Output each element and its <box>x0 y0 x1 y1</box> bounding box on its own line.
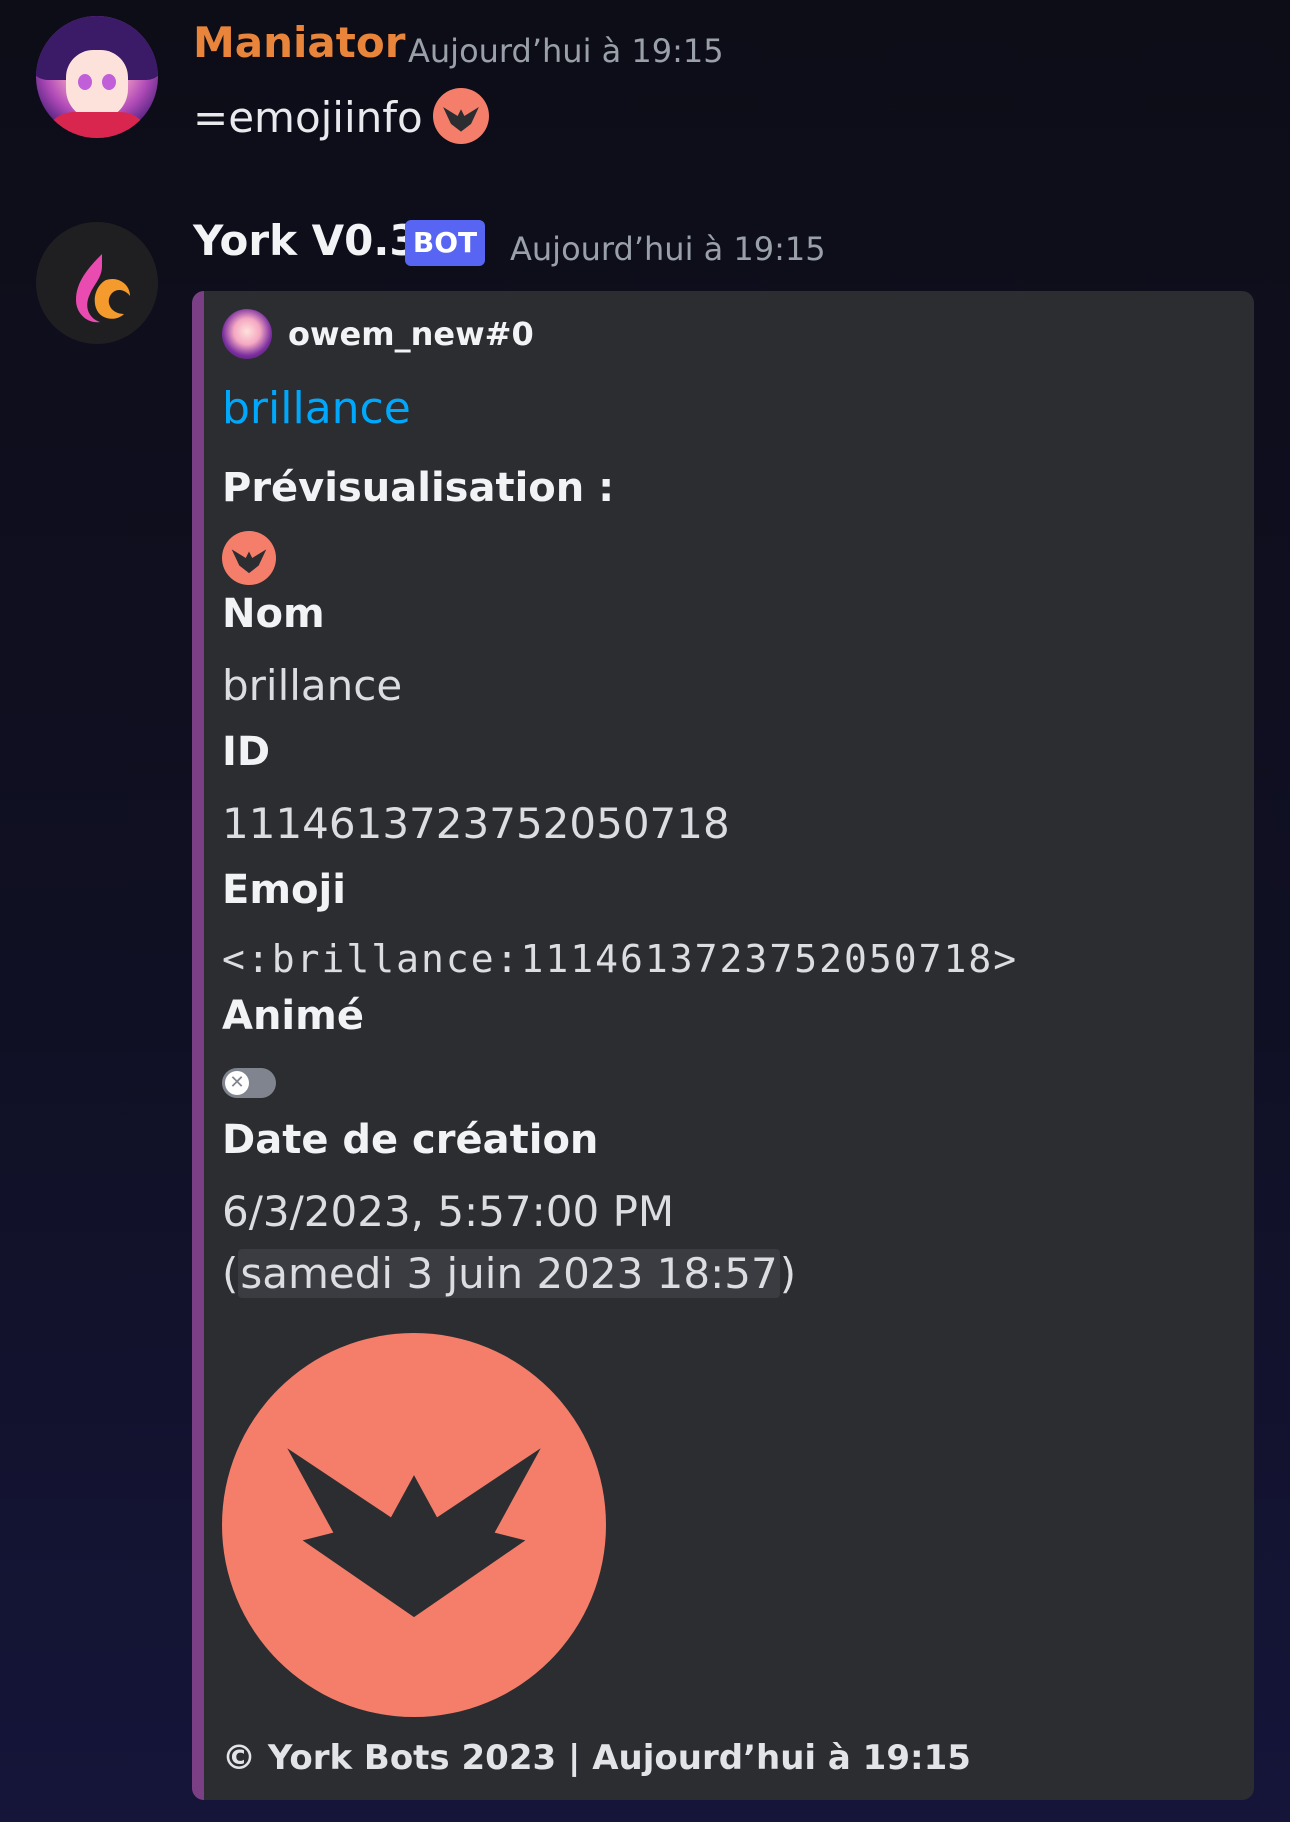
brillance-emoji-icon[interactable] <box>432 88 489 144</box>
field-date-value: 6/3/2023, 5:57:00 PM <box>222 1187 675 1236</box>
command-text: =emojiinfo <box>193 93 423 142</box>
york-flame-icon <box>76 254 130 323</box>
username-york[interactable]: York V0.3 <box>193 216 419 265</box>
field-name-value: brillance <box>222 661 403 710</box>
user-avatar[interactable] <box>36 16 158 138</box>
message-content: =emojiinfo <box>193 88 489 144</box>
emoji-info-embed: owem_new#0 brillance Prévisualisation : … <box>192 291 1254 1800</box>
field-id-value: 1114613723752050718 <box>222 799 730 848</box>
username-maniator[interactable]: Maniator <box>193 18 405 67</box>
close-icon: ✕ <box>225 1071 249 1095</box>
message-timestamp: Aujourd’hui à 19:15 <box>510 230 826 268</box>
field-date-label: Date de création <box>222 1117 599 1163</box>
date-paren-open: ( <box>222 1249 239 1298</box>
date-local-timestamp[interactable]: samedi 3 juin 2023 18:57 <box>238 1249 780 1298</box>
field-emoji-label: Emoji <box>222 867 346 913</box>
bot-badge: BOT <box>405 220 485 266</box>
animated-toggle-off: ✕ <box>222 1068 276 1098</box>
field-date-local: (samedi 3 juin 2023 18:57) <box>222 1249 796 1298</box>
brillance-preview-icon <box>222 531 276 585</box>
embed-footer: © York Bots 2023 | Aujourd’hui à 19:15 <box>222 1738 971 1778</box>
embed-title-link[interactable]: brillance <box>222 383 411 434</box>
field-name-label: Nom <box>222 591 325 637</box>
bot-avatar[interactable] <box>36 222 158 344</box>
embed-author-avatar[interactable] <box>222 309 272 359</box>
message-timestamp: Aujourd’hui à 19:15 <box>408 32 724 70</box>
field-animated-label: Animé <box>222 993 364 1039</box>
field-preview-label: Prévisualisation : <box>222 465 615 511</box>
embed-accent-bar <box>192 291 204 1800</box>
field-id-label: ID <box>222 729 271 775</box>
date-paren-close: ) <box>779 1249 797 1298</box>
embed-author-name[interactable]: owem_new#0 <box>288 315 534 353</box>
brillance-large-image[interactable] <box>222 1333 606 1717</box>
field-emoji-value: <:brillance:1114613723752050718> <box>222 937 1019 981</box>
